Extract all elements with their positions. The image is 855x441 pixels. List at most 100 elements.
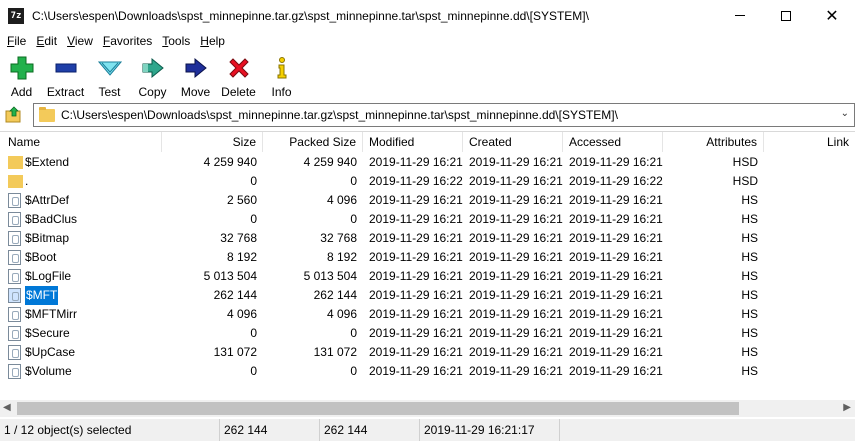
cell-attributes: HS [741,326,758,340]
status-modified: 2019-11-29 16:21:17 [420,419,560,441]
table-row[interactable]: $BadClus 0 0 2019-11-29 16:21 2019-11-29 16:… [0,210,855,229]
cell-attributes: HSD [732,174,758,188]
scrollbar-thumb[interactable] [17,402,739,415]
menu-edit[interactable]: Edit [31,31,62,51]
minimize-button[interactable] [717,0,763,31]
cell-created: 2019-11-29 16:21 [469,155,563,169]
column-header-accessed[interactable]: Accessed [563,132,663,152]
column-header-link[interactable]: Link [764,132,855,152]
cell-created: 2019-11-29 16:21 [469,345,563,359]
minimize-icon [735,15,745,16]
file-name: $BadClus [25,212,78,226]
cell-created: 2019-11-29 16:21 [469,364,563,378]
table-row[interactable]: $UpCase 131 072 131 072 2019-11-29 16:21 201… [0,343,855,362]
status-packed-size: 262 144 [320,419,420,441]
cell-name: $MFT [0,286,162,305]
cell-attributes: HS [741,212,758,226]
cell-packed-size: 0 [350,174,357,188]
cell-name: $LogFile [0,267,162,286]
column-header-created[interactable]: Created [463,132,563,152]
cell-attributes: HS [741,193,758,207]
cell-created: 2019-11-29 16:21 [469,307,563,321]
cell-size: 0 [250,174,257,188]
cell-modified: 2019-11-29 16:22 [369,174,463,188]
cell-modified: 2019-11-29 16:21 [369,307,463,321]
chevron-down-icon[interactable]: ⌄ [841,108,849,119]
close-button[interactable]: ✕ [809,0,855,31]
scroll-left-icon[interactable]: ◀ [3,402,11,413]
test-button[interactable]: Test [88,51,131,99]
column-header-attributes[interactable]: Attributes [663,132,764,152]
cell-size: 131 072 [213,345,257,359]
table-row[interactable]: $Secure 0 0 2019-11-29 16:21 2019-11-29 16:2… [0,324,855,343]
table-row[interactable]: . 0 0 2019-11-29 16:22 2019-11-29 16:21 2019-… [0,172,855,191]
cell-accessed: 2019-11-29 16:21 [569,155,663,169]
table-row[interactable]: $LogFile 5 013 504 5 013 504 2019-11-29 16:… [0,267,855,286]
menu-file[interactable]: File [2,31,31,51]
title-bar: 7z C:\Users\espen\Downloads\spst_minnepi… [0,0,855,31]
cell-accessed: 2019-11-29 16:21 [569,250,663,264]
maximize-button[interactable] [763,0,809,31]
cell-modified: 2019-11-29 16:21 [369,231,463,245]
menu-favorites[interactable]: Favorites [98,31,157,51]
cell-modified: 2019-11-29 16:21 [369,326,463,340]
cell-size: 0 [250,326,257,340]
table-row[interactable]: $Extend 4 259 940 4 259 940 2019-11-29 16:2… [0,153,855,172]
cell-size: 4 096 [226,307,257,321]
cell-packed-size: 0 [350,364,357,378]
file-icon [8,269,21,284]
cell-name: $BadClus [0,210,162,229]
delete-button[interactable]: Delete [217,51,260,99]
up-folder-button[interactable] [5,106,23,124]
minus-icon [54,56,78,80]
file-name: $Secure [25,326,70,340]
table-row[interactable]: $Bitmap 32 768 32 768 2019-11-29 16:21 2019-… [0,229,855,248]
cell-accessed: 2019-11-29 16:21 [569,212,663,226]
table-row[interactable]: $Boot 8 192 8 192 2019-11-29 16:21 2019-11-2… [0,248,855,267]
extract-button[interactable]: Extract [43,51,88,99]
column-header-modified[interactable]: Modified [363,132,463,152]
column-header-packed-size[interactable]: Packed Size [263,132,363,152]
cell-attributes: HS [741,307,758,321]
cell-size: 2 560 [226,193,257,207]
cell-accessed: 2019-11-29 16:21 [569,345,663,359]
table-row[interactable]: $Volume 0 0 2019-11-29 16:21 2019-11-29 16:2… [0,362,855,381]
cell-attributes: HS [741,345,758,359]
cell-created: 2019-11-29 16:21 [469,288,563,302]
cell-name: $MFTMirr [0,305,162,324]
info-icon [270,56,294,80]
file-list: Name Size Packed Size Modified Created A… [0,131,855,400]
cell-created: 2019-11-29 16:21 [469,269,563,283]
path-input[interactable]: C:\Users\espen\Downloads\spst_minnepinne… [33,103,855,127]
table-row[interactable]: $MFT 262 144 262 144 2019-11-29 16:21 2019-1… [0,286,855,305]
menu-tools[interactable]: Tools [157,31,195,51]
cell-attributes: HS [741,250,758,264]
check-chevron-icon [97,56,122,80]
table-row[interactable]: $MFTMirr 4 096 4 096 2019-11-29 16:21 2019-1… [0,305,855,324]
window-title: C:\Users\espen\Downloads\spst_minnepinne… [32,8,589,23]
file-name: $Extend [25,155,70,169]
delete-label: Delete [221,85,256,99]
close-icon: ✕ [825,5,839,25]
cell-accessed: 2019-11-29 16:21 [569,288,663,302]
menu-help[interactable]: Help [195,31,230,51]
column-header-name[interactable]: Name [0,132,162,152]
cell-modified: 2019-11-29 16:21 [369,250,463,264]
info-button[interactable]: Info [260,51,303,99]
folder-icon [8,175,23,188]
copy-button[interactable]: Copy [131,51,174,99]
cell-name: . [0,172,162,191]
cell-attributes: HS [741,288,758,302]
horizontal-scrollbar[interactable]: ◀ ▶ [0,400,855,417]
folder-icon [39,106,55,122]
address-bar: C:\Users\espen\Downloads\spst_minnepinne… [0,101,855,129]
scroll-right-icon[interactable]: ▶ [843,402,851,413]
file-icon [8,231,21,246]
add-button[interactable]: Add [0,51,43,99]
toolbar: Add Extract Test Copy Move Delete Info [0,51,855,99]
menu-view[interactable]: View [62,31,98,51]
move-button[interactable]: Move [174,51,217,99]
table-row[interactable]: $AttrDef 2 560 4 096 2019-11-29 16:21 2019-1… [0,191,855,210]
column-header-size[interactable]: Size [162,132,263,152]
cell-size: 0 [250,212,257,226]
